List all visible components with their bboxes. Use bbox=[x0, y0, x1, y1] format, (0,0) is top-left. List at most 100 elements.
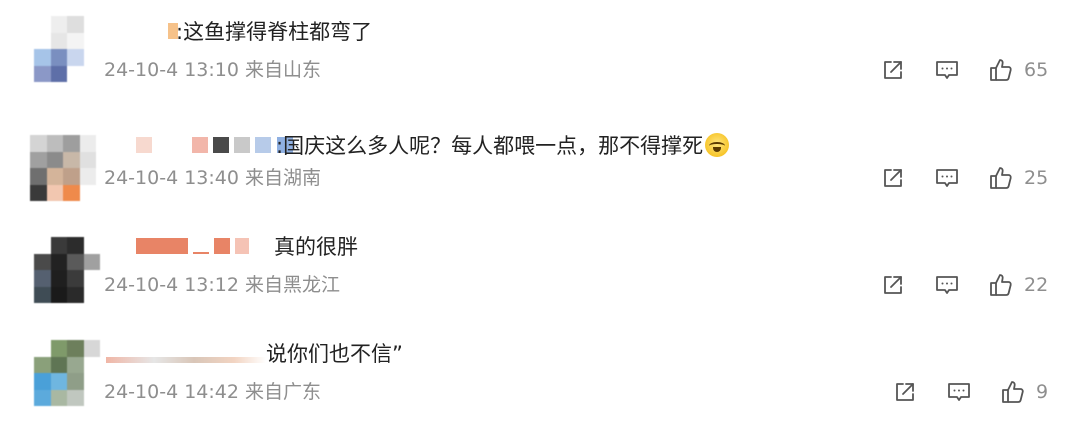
avatar[interactable] bbox=[34, 237, 100, 303]
avatar-pixel bbox=[50, 340, 67, 357]
avatar-pixel bbox=[50, 286, 67, 303]
comment-actions: 22 bbox=[878, 270, 1048, 300]
avatar-pixel bbox=[67, 32, 84, 49]
avatar-pixel bbox=[83, 16, 100, 33]
share-button[interactable] bbox=[878, 163, 908, 193]
comment-button[interactable] bbox=[932, 163, 962, 193]
username-pixelated[interactable] bbox=[136, 134, 293, 158]
username-pixelated[interactable] bbox=[106, 344, 266, 368]
avatar-pixel bbox=[34, 253, 51, 270]
like-button[interactable] bbox=[986, 163, 1016, 193]
avatar-pixel bbox=[34, 49, 51, 66]
avatar[interactable] bbox=[34, 16, 100, 82]
avatar-pixel bbox=[67, 286, 84, 303]
username-pixel bbox=[234, 136, 251, 153]
comment-actions: 9 bbox=[890, 377, 1048, 407]
like-button[interactable] bbox=[998, 377, 1028, 407]
avatar-pixel bbox=[34, 237, 51, 254]
avatar-pixel bbox=[50, 49, 67, 66]
avatar-pixel bbox=[50, 16, 67, 33]
avatar-pixel bbox=[67, 389, 84, 406]
username-pixel bbox=[213, 136, 230, 153]
comment-actions: 25 bbox=[878, 163, 1048, 193]
comment-actions: 65 bbox=[878, 55, 1048, 85]
share-button[interactable] bbox=[890, 377, 920, 407]
avatar-pixel bbox=[67, 49, 84, 66]
avatar-pixel bbox=[34, 16, 51, 33]
username-pixelated[interactable] bbox=[136, 235, 250, 259]
avatar[interactable] bbox=[30, 135, 96, 201]
avatar-pixel bbox=[83, 340, 100, 357]
avatar-pixel bbox=[34, 389, 51, 406]
avatar-pixel bbox=[79, 168, 96, 185]
avatar-pixel bbox=[83, 373, 100, 390]
avatar-pixel bbox=[83, 49, 100, 66]
avatar-pixel bbox=[79, 135, 96, 152]
avatar-pixel bbox=[34, 356, 51, 373]
avatar-pixel bbox=[63, 151, 80, 168]
comment-text: 真的很胖 bbox=[274, 235, 358, 259]
share-button[interactable] bbox=[878, 270, 908, 300]
thumbs-up-icon bbox=[1002, 381, 1024, 403]
avatar-pixel bbox=[67, 340, 84, 357]
avatar-pixel bbox=[30, 151, 47, 168]
avatar-pixel bbox=[67, 373, 84, 390]
share-icon bbox=[884, 276, 902, 294]
comment-button[interactable] bbox=[944, 377, 974, 407]
thumbs-up-icon bbox=[990, 274, 1012, 296]
avatar-pixel bbox=[46, 168, 63, 185]
comment-meta: 24-10-4 13:40 来自湖南 bbox=[104, 167, 321, 189]
like-button[interactable] bbox=[986, 55, 1016, 85]
comment-icon bbox=[936, 276, 958, 294]
thumbs-up-icon bbox=[990, 59, 1012, 81]
avatar-pixel bbox=[34, 340, 51, 357]
avatar-pixel bbox=[50, 237, 67, 254]
username-pixel bbox=[136, 237, 188, 254]
like-count: 65 bbox=[1024, 59, 1049, 81]
thumbs-up-icon bbox=[990, 167, 1012, 189]
comment-icon bbox=[936, 61, 958, 79]
avatar-pixel bbox=[83, 237, 100, 254]
avatar-pixel bbox=[50, 389, 67, 406]
avatar-pixel bbox=[83, 65, 100, 82]
like-button[interactable] bbox=[986, 270, 1016, 300]
avatar-pixel bbox=[63, 184, 80, 201]
share-icon bbox=[896, 383, 914, 401]
avatar-pixel bbox=[83, 253, 100, 270]
share-icon bbox=[884, 169, 902, 187]
avatar-pixel bbox=[50, 32, 67, 49]
comment-button[interactable] bbox=[932, 270, 962, 300]
comment-text: :国庆这么多人呢？每人都喂一点，那不得撑死 bbox=[276, 132, 730, 160]
laugh-cry-emoji-icon bbox=[705, 133, 730, 157]
avatar-pixel bbox=[46, 151, 63, 168]
avatar-pixel bbox=[50, 253, 67, 270]
avatar-pixel bbox=[50, 270, 67, 287]
comment-text: :这鱼撑得脊柱都弯了 bbox=[176, 20, 373, 44]
avatar-pixel bbox=[34, 32, 51, 49]
username-pixel bbox=[136, 136, 152, 153]
like-count: 22 bbox=[1024, 274, 1049, 296]
avatar[interactable] bbox=[34, 340, 100, 406]
comment-text: 说你们也不信” bbox=[266, 342, 403, 366]
avatar-pixel bbox=[63, 135, 80, 152]
username-pixel bbox=[193, 237, 210, 254]
avatar-pixel bbox=[67, 237, 84, 254]
avatar-pixel bbox=[50, 373, 67, 390]
username-pixel bbox=[106, 357, 266, 363]
avatar-pixel bbox=[83, 286, 100, 303]
share-icon bbox=[884, 61, 902, 79]
comment-item: :国庆这么多人呢？每人都喂一点，那不得撑死 24-10-4 13:40 来自湖南… bbox=[0, 108, 1080, 208]
avatar-pixel bbox=[30, 184, 47, 201]
avatar-pixel bbox=[67, 16, 84, 33]
avatar-pixel bbox=[79, 184, 96, 201]
comment-meta: 24-10-4 14:42 来自广东 bbox=[104, 381, 321, 403]
share-button[interactable] bbox=[878, 55, 908, 85]
comment-button[interactable] bbox=[932, 55, 962, 85]
avatar-pixel bbox=[34, 373, 51, 390]
avatar-pixel bbox=[50, 356, 67, 373]
avatar-pixel bbox=[83, 270, 100, 287]
username-pixel bbox=[235, 237, 250, 254]
comment-item: 真的很胖 24-10-4 13:12 来自黑龙江 22 bbox=[0, 215, 1080, 315]
avatar-pixel bbox=[83, 32, 100, 49]
comment-icon bbox=[936, 169, 958, 187]
